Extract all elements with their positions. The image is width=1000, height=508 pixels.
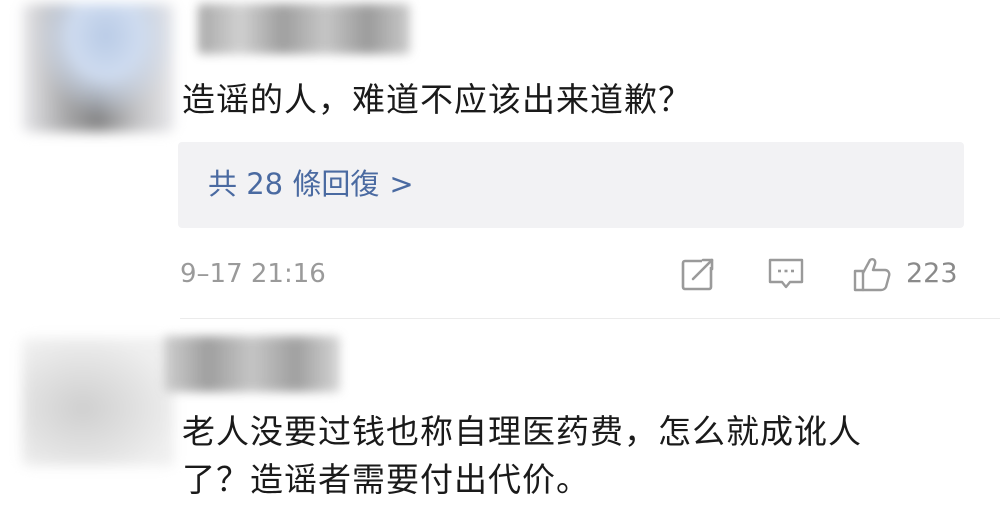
like-count: 223 [906, 258, 958, 289]
username-blurred[interactable] [164, 336, 340, 392]
comment-divider [180, 318, 1000, 319]
comment-icon[interactable] [766, 254, 806, 294]
comment-text: 造谣的人，难道不应该出来道歉？ [182, 80, 692, 119]
username-blurred[interactable] [198, 4, 410, 54]
comment-text-line: 老人没要过钱也称自理医药费，怎么就成讹人 [182, 412, 862, 451]
replies-count-label: 共 28 條回復 [208, 167, 380, 201]
view-replies-button[interactable]: 共 28 條回復 > [178, 142, 964, 228]
view-replies-link[interactable]: 共 28 條回復 > [208, 164, 414, 204]
timestamp: 9–17 21:16 [180, 259, 326, 289]
comment-text-line: 了？造谣者需要付出代价。 [182, 460, 590, 499]
share-icon[interactable] [678, 254, 718, 294]
avatar[interactable] [22, 338, 174, 466]
comment-meta-row: 9–17 21:16 223 [180, 254, 966, 294]
thumbs-up-icon[interactable] [852, 254, 892, 294]
comment-thread: 造谣的人，难道不应该出来道歉？ 共 28 條回復 > 9–17 21:16 22… [0, 0, 1000, 508]
avatar[interactable] [22, 4, 174, 132]
comment-text: 老人没要过钱也称自理医药费，怎么就成讹人 了？造谣者需要付出代价。 [182, 410, 862, 506]
chevron-right-icon: > [389, 167, 414, 201]
